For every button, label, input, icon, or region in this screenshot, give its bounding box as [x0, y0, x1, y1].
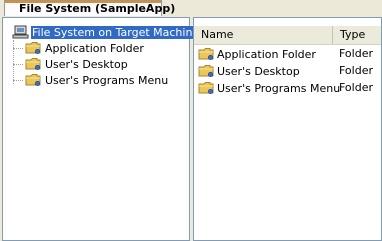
list-item-name: User's Programs Menu — [217, 81, 341, 95]
tree-connector — [13, 48, 23, 49]
tree-item-label: User's Programs Menu — [45, 73, 169, 87]
tree-item-label: Application Folder — [45, 41, 144, 55]
list-item-type: Folder — [339, 47, 373, 60]
tree-item-application-folder[interactable]: Application Folder — [25, 40, 145, 56]
list-item-name: Application Folder — [217, 47, 316, 61]
tab-file-system[interactable]: File System (SampleApp) — [4, 0, 175, 16]
list-item[interactable]: User's Programs Menu Folder — [194, 80, 381, 96]
file-list[interactable]: Name Type Application Folder Folder User… — [193, 17, 382, 241]
list-item-type: Folder — [339, 81, 373, 94]
tree-item-users-programs-menu[interactable]: User's Programs Menu — [25, 72, 169, 88]
list-header: Name Type — [194, 26, 381, 45]
folder-icon — [198, 47, 215, 61]
folder-icon — [25, 73, 42, 87]
tab-strip: File System (SampleApp) — [0, 0, 382, 17]
tree-item-root[interactable]: File System on Target Machine — [12, 24, 202, 40]
folder-icon — [198, 64, 215, 78]
computer-icon — [12, 25, 29, 39]
column-header-name[interactable]: Name — [194, 26, 333, 44]
tree-item-users-desktop[interactable]: User's Desktop — [25, 56, 129, 72]
tree-connector — [13, 64, 23, 65]
tab-label: File System (SampleApp) — [19, 2, 176, 15]
list-item-name: User's Desktop — [217, 64, 300, 78]
tree-connector — [13, 40, 14, 84]
list-item-type: Folder — [339, 64, 373, 77]
folder-icon — [25, 41, 42, 55]
list-item[interactable]: User's Desktop Folder — [194, 63, 381, 79]
folder-icon — [198, 81, 215, 95]
column-header-type[interactable]: Type — [333, 26, 381, 44]
file-system-tree[interactable]: File System on Target Machine Applicatio… — [2, 17, 202, 241]
tree-connector — [13, 80, 23, 81]
folder-icon — [25, 57, 42, 71]
list-item[interactable]: Application Folder Folder — [194, 46, 381, 62]
tree-item-label: User's Desktop — [45, 57, 128, 71]
tree-item-label: File System on Target Machine — [29, 24, 202, 40]
